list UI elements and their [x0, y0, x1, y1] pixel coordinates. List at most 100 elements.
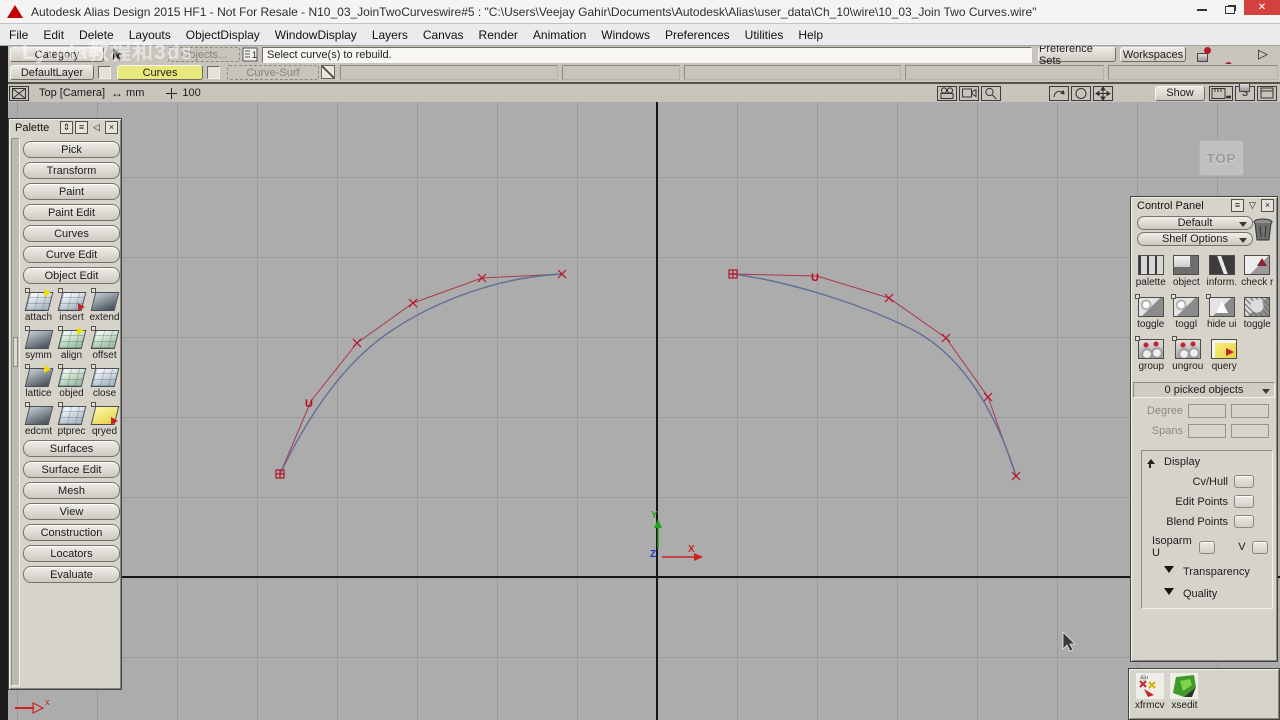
toggle-shade-checkbox[interactable]	[1135, 294, 1140, 299]
palette-tab-locators[interactable]: Locators	[23, 545, 120, 562]
palette-tab-paint-edit[interactable]: Paint Edit	[23, 204, 120, 221]
insert-tool[interactable]: insert	[55, 288, 88, 323]
marking-menu-icon-1[interactable]	[1194, 47, 1211, 62]
shelf-options-dropdown[interactable]: Shelf Options	[1137, 232, 1253, 246]
show-button[interactable]: Show	[1155, 85, 1205, 101]
minimize-button[interactable]	[1188, 0, 1216, 20]
palette-tab-pick[interactable]: Pick	[23, 141, 120, 158]
palette-tab-transform[interactable]: Transform	[23, 162, 120, 179]
lattice-tool[interactable]: lattice	[22, 364, 55, 399]
layer-default-button[interactable]: DefaultLayer	[10, 65, 94, 80]
edcmt-tool[interactable]: edcmt	[22, 402, 55, 437]
menu-item-preferences[interactable]: Preferences	[665, 28, 730, 42]
toggle-shade-tool[interactable]: toggle	[1133, 294, 1169, 330]
palette-tab-surface-edit[interactable]: Surface Edit	[23, 461, 120, 478]
maximize-view-icon[interactable]	[1257, 85, 1277, 101]
attach-tool[interactable]: attach	[22, 288, 55, 323]
layer-symmetry-box-icon[interactable]	[321, 65, 335, 79]
object-lister-tool[interactable]: object	[1169, 252, 1205, 288]
extend-tool[interactable]: extend	[88, 288, 121, 323]
palette-tab-surfaces[interactable]: Surfaces	[23, 440, 120, 457]
menu-item-render[interactable]: Render	[479, 28, 518, 42]
ptprec-tool[interactable]: ptprec	[55, 402, 88, 437]
ungroup-tool[interactable]: ungrou	[1170, 336, 1207, 372]
xsedit-tool[interactable]: xsedit	[1170, 673, 1199, 719]
transparency-label[interactable]: Transparency	[1183, 566, 1250, 578]
close-button[interactable]: ✕	[1244, 0, 1280, 15]
zoom-magnifier-icon[interactable]	[981, 85, 1001, 101]
palette-tab-mesh[interactable]: Mesh	[23, 482, 120, 499]
palette-toggle-tool[interactable]: palette	[1133, 252, 1169, 288]
track-view-icon[interactable]	[1049, 85, 1069, 101]
film-camera-icon[interactable]	[959, 85, 979, 101]
palette-close-icon[interactable]: ×	[105, 121, 118, 134]
symm-tool[interactable]: symm	[22, 326, 55, 361]
ruler-icon[interactable]	[1209, 85, 1233, 101]
blend-points-checkbox[interactable]	[1234, 515, 1254, 528]
edit-points-checkbox[interactable]	[1234, 495, 1254, 508]
palette-resize-icon[interactable]: ⇕	[60, 121, 73, 134]
palette-header[interactable]: Palette ⇕ ≡ ◁ ×	[9, 119, 121, 136]
picked-objects-status[interactable]: 0 picked objects	[1133, 382, 1275, 398]
toggle-model-tool[interactable]: toggl	[1169, 294, 1205, 330]
align-tool[interactable]: align	[55, 326, 88, 361]
ungroup-checkbox[interactable]	[1171, 336, 1177, 341]
degree-field-1[interactable]	[1188, 404, 1226, 418]
control-panel-header[interactable]: Control Panel ≡ ▽ ×	[1131, 197, 1277, 214]
palette-tab-object-edit[interactable]: Object Edit	[23, 267, 120, 284]
toggle-mesh-tool[interactable]: toggle	[1240, 294, 1276, 330]
display-collapse-icon[interactable]	[1146, 455, 1156, 468]
quality-label[interactable]: Quality	[1183, 588, 1217, 600]
menu-item-help[interactable]: Help	[798, 28, 823, 42]
xfrmcv-tool[interactable]: aju xfrmcv	[1135, 673, 1164, 719]
layer-active-checkbox[interactable]	[207, 66, 220, 79]
layer-default-checkbox[interactable]	[98, 66, 111, 79]
qryed-tool[interactable]: qryed	[88, 402, 121, 437]
camera-icon[interactable]	[937, 85, 957, 101]
menu-item-animation[interactable]: Animation	[533, 28, 586, 42]
group-tool[interactable]: group	[1133, 336, 1170, 372]
menu-item-windowdisplay[interactable]: WindowDisplay	[275, 28, 357, 42]
control-panel-collapse-icon[interactable]: ▽	[1246, 199, 1259, 212]
information-tool[interactable]: inform.	[1204, 252, 1240, 288]
transparency-expand-icon[interactable]	[1164, 566, 1174, 578]
quality-expand-icon[interactable]	[1164, 588, 1174, 600]
toolbar-expand-arrow-icon[interactable]: ▷	[1258, 46, 1268, 62]
restore-button[interactable]	[1216, 0, 1244, 20]
menu-item-windows[interactable]: Windows	[601, 28, 650, 42]
menu-item-utilities[interactable]: Utilities	[745, 28, 784, 42]
menu-item-canvas[interactable]: Canvas	[423, 28, 464, 42]
layer-ghost-button[interactable]: Curve-Surf	[227, 65, 319, 80]
viewport-canvas[interactable]	[8, 102, 1280, 720]
pan-view-icon[interactable]	[1093, 85, 1113, 101]
degree-field-2[interactable]	[1231, 404, 1269, 418]
promptline-input[interactable]	[262, 47, 1032, 63]
spans-field-2[interactable]	[1231, 424, 1269, 438]
palette-tab-curve-edit[interactable]: Curve Edit	[23, 246, 120, 263]
objed-tool[interactable]: objed	[55, 364, 88, 399]
menu-item-objectdisplay[interactable]: ObjectDisplay	[186, 28, 260, 42]
palette-tab-evaluate[interactable]: Evaluate	[23, 566, 120, 583]
palette-tab-view[interactable]: View	[23, 503, 120, 520]
query-edit-tool[interactable]: query	[1206, 336, 1243, 372]
grid-spacing-value[interactable]: 100	[182, 87, 200, 99]
offset-tool[interactable]: offset	[88, 326, 121, 361]
palette-collapse-icon[interactable]: ◁	[90, 121, 103, 134]
promptline-history-icon[interactable]: 1	[242, 47, 259, 62]
group-checkbox[interactable]	[1135, 336, 1140, 341]
palette-list-icon[interactable]: ≡	[75, 121, 88, 134]
preset-dropdown[interactable]: Default	[1137, 216, 1253, 230]
check-model-tool[interactable]: check r	[1240, 252, 1276, 288]
isoparm-u-checkbox[interactable]	[1198, 540, 1216, 554]
preference-sets-button[interactable]: Preference Sets	[1038, 43, 1116, 67]
isoparm-v-checkbox[interactable]	[1251, 540, 1268, 554]
layer-active-button[interactable]: Curves	[117, 65, 203, 80]
control-panel-close-icon[interactable]: ×	[1261, 199, 1274, 212]
hide-unselected-tool[interactable]: hide ui	[1204, 294, 1240, 330]
viewport-window-menu-icon[interactable]	[9, 85, 29, 101]
menu-item-layers[interactable]: Layers	[372, 28, 408, 42]
close-tool[interactable]: close	[88, 364, 121, 399]
palette-tab-construction[interactable]: Construction	[23, 524, 120, 541]
toggle-model-checkbox[interactable]	[1170, 294, 1176, 299]
cv-hull-checkbox[interactable]	[1234, 475, 1254, 488]
